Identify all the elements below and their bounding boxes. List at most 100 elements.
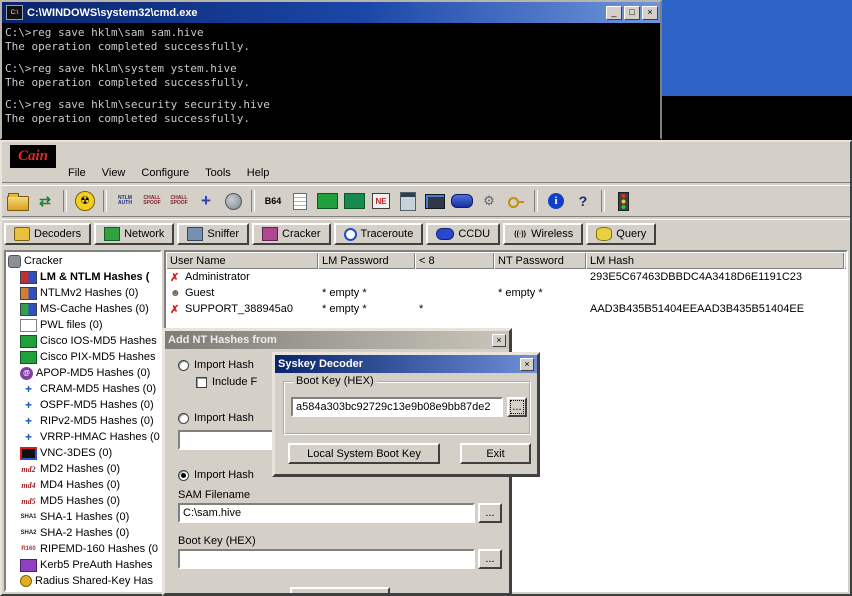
tree-item-lm-ntlm-hashes[interactable]: LM & NTLM Hashes ( [8, 269, 160, 285]
import-textfile-radio-row[interactable]: Import Hash [178, 412, 254, 424]
column-header-nt-hash[interactable]: N [844, 252, 846, 269]
exit-button[interactable]: Exit [460, 443, 531, 464]
help-icon[interactable]: ? [571, 188, 595, 214]
radioactive-icon[interactable]: ☢ [73, 188, 97, 214]
table-row-support[interactable]: ✗ SUPPORT_388945a0 * empty * * AAD3B435B5… [166, 301, 846, 317]
tree-item-md5-hashes[interactable]: md5 MD5 Hashes (0) [8, 493, 160, 509]
tree-item-sha1-hashes[interactable]: SHA1 SHA-1 Hashes (0) [8, 509, 160, 525]
radio-selected-icon[interactable] [178, 469, 189, 481]
tree-item-cisco-ios-md5[interactable]: Cisco IOS-MD5 Hashes [8, 333, 160, 349]
tree-item-vnc-3des[interactable]: VNC-3DES (0) [8, 445, 160, 461]
local-system-boot-key-button[interactable]: Local System Boot Key [288, 443, 440, 464]
table-row-guest[interactable]: ☻ Guest * empty * * empty * [166, 285, 846, 301]
chall-spoof-icon[interactable]: CHALL SPOOF [167, 188, 191, 214]
menu-configure[interactable]: Configure [133, 165, 197, 181]
tree-root-cracker[interactable]: Cracker [8, 253, 160, 269]
menu-tools[interactable]: Tools [197, 165, 239, 181]
ntlm-auth-icon[interactable]: NTLM AUTH [113, 188, 137, 214]
tab-sniffer[interactable]: Sniffer [177, 223, 250, 245]
tree-item-radius-shared-key[interactable]: Radius Shared-Key Has [8, 573, 160, 589]
cell-lm-hash: AAD3B435B51404EEAAD3B435B51404EE [590, 303, 805, 315]
tree-item-cisco-pix-md5[interactable]: Cisco PIX-MD5 Hashes [8, 349, 160, 365]
bootkey-browse-button[interactable]: ... [478, 549, 502, 569]
cisco-pix-icon [20, 350, 37, 364]
calculator-icon[interactable] [396, 188, 420, 214]
tree-item-ms-cache-hashes[interactable]: MS-Cache Hashes (0) [8, 301, 160, 317]
key-icon[interactable] [504, 188, 528, 214]
bootkey-input[interactable] [178, 549, 475, 569]
tree-item-ike-psk-hashes[interactable]: IKE-PSK Hashes (0) [8, 589, 160, 590]
certificate-icon[interactable] [288, 188, 312, 214]
add-to-list-icon[interactable]: + [194, 188, 218, 214]
promiscuous-scan-icon[interactable] [342, 188, 366, 214]
sam-filename-input[interactable]: C:\sam.hive [178, 503, 475, 523]
column-header-lm-hash[interactable]: LM Hash [586, 252, 844, 269]
mac-scanner-icon[interactable] [315, 188, 339, 214]
close-icon[interactable]: × [492, 333, 506, 347]
column-header-user-name[interactable]: User Name [166, 252, 318, 269]
tree-item-cram-md5[interactable]: + CRAM-MD5 Hashes (0) [8, 381, 160, 397]
table-row-administrator[interactable]: ✗ Administrator 293E5C67463DBBDC4A3418D6E… [166, 269, 846, 285]
tree-item-md4-hashes[interactable]: md4 MD4 Hashes (0) [8, 477, 160, 493]
tree-item-ospf-md5[interactable]: + OSPF-MD5 Hashes (0) [8, 397, 160, 413]
sam-browse-button[interactable]: ... [478, 503, 502, 523]
add-nt-hashes-titlebar[interactable]: Add NT Hashes from × [165, 331, 509, 349]
tree-item-vrrp-hmac[interactable]: + VRRP-HMAC Hashes (0 [8, 429, 160, 445]
tree-item-ripv2-md5[interactable]: + RIPv2-MD5 Hashes (0) [8, 413, 160, 429]
menu-help[interactable]: Help [239, 165, 278, 181]
remote-desktop-icon[interactable] [423, 188, 447, 214]
console-extension [660, 96, 852, 140]
minimize-button[interactable]: _ [606, 5, 622, 20]
ne-icon[interactable]: NE [369, 188, 393, 214]
import-sam-radio-row[interactable]: Import Hash [178, 469, 254, 481]
cell-user-name: Administrator [185, 271, 250, 283]
sha1-icon: SHA1 [20, 514, 37, 520]
cell-user-name: SUPPORT_388945a0 [185, 303, 294, 315]
include-history-checkbox-row[interactable]: Include F [196, 376, 257, 388]
table-header: User Name LM Password < 8 NT Password LM… [166, 252, 846, 269]
tree-item-pwl-files[interactable]: PWL files (0) [8, 317, 160, 333]
services-icon[interactable]: ⚙ [477, 188, 501, 214]
radio-icon[interactable] [178, 359, 189, 371]
column-header-less-than-8[interactable]: < 8 [415, 252, 494, 269]
tree-item-ripemd160-hashes[interactable]: R160 RIPEMD-160 Hashes (0 [8, 541, 160, 557]
menu-file[interactable]: File [60, 165, 94, 181]
tab-cracker[interactable]: Cracker [252, 223, 331, 245]
tab-decoders[interactable]: Decoders [4, 223, 92, 245]
tab-traceroute[interactable]: Traceroute [333, 223, 424, 245]
import-local-radio-row[interactable]: Import Hash [178, 359, 254, 371]
wireless-icon [513, 228, 527, 240]
checkbox-icon[interactable] [196, 376, 207, 388]
maximize-button[interactable]: □ [624, 5, 640, 20]
column-header-lm-password[interactable]: LM Password [318, 252, 415, 269]
menu-view[interactable]: View [94, 165, 134, 181]
bootkey-hex-input[interactable]: a584a303bc92729c13e9b08e9bb87de2 [291, 397, 503, 417]
restore-icon[interactable]: ⇄ [33, 188, 57, 214]
open-file-icon[interactable] [6, 188, 30, 214]
cmd-window-title: C:\WINDOWS\system32\cmd.exe [27, 6, 198, 19]
exit-icon[interactable] [611, 188, 635, 214]
bottom-button-partial[interactable] [290, 587, 390, 593]
tree-item-apop-md5[interactable]: @ APOP-MD5 Hashes (0) [8, 365, 160, 381]
bootkey-group: Boot Key (HEX) a584a303bc92729c13e9b08e9… [283, 375, 531, 435]
tab-ccdu[interactable]: CCDU [426, 223, 501, 245]
column-header-nt-password[interactable]: NT Password [494, 252, 586, 269]
syskey-titlebar[interactable]: Syskey Decoder × [275, 355, 537, 373]
close-icon[interactable]: × [520, 357, 534, 371]
chall-spoof-icon[interactable]: CHALL SPOOF [140, 188, 164, 214]
tab-query[interactable]: Query [586, 223, 657, 245]
ccdu-icon[interactable] [450, 188, 474, 214]
bootkey-browse-button[interactable]: ... [507, 397, 527, 417]
tree-item-kerb5-preauth[interactable]: Kerb5 PreAuth Hashes [8, 557, 160, 573]
tree-item-md2-hashes[interactable]: md2 MD2 Hashes (0) [8, 461, 160, 477]
cmd-titlebar[interactable]: C:\ C:\WINDOWS\system32\cmd.exe _ □ × [2, 2, 660, 23]
tree-item-sha2-hashes[interactable]: SHA2 SHA-2 Hashes (0) [8, 525, 160, 541]
tree-item-ntlmv2-hashes[interactable]: NTLMv2 Hashes (0) [8, 285, 160, 301]
tab-network[interactable]: Network [94, 223, 175, 245]
close-button[interactable]: × [642, 5, 658, 20]
base64-icon[interactable]: B64 [261, 188, 285, 214]
info-icon[interactable]: i [544, 188, 568, 214]
radio-icon[interactable] [178, 412, 189, 424]
sponge-icon[interactable] [221, 188, 245, 214]
tab-wireless[interactable]: Wireless [503, 223, 584, 245]
